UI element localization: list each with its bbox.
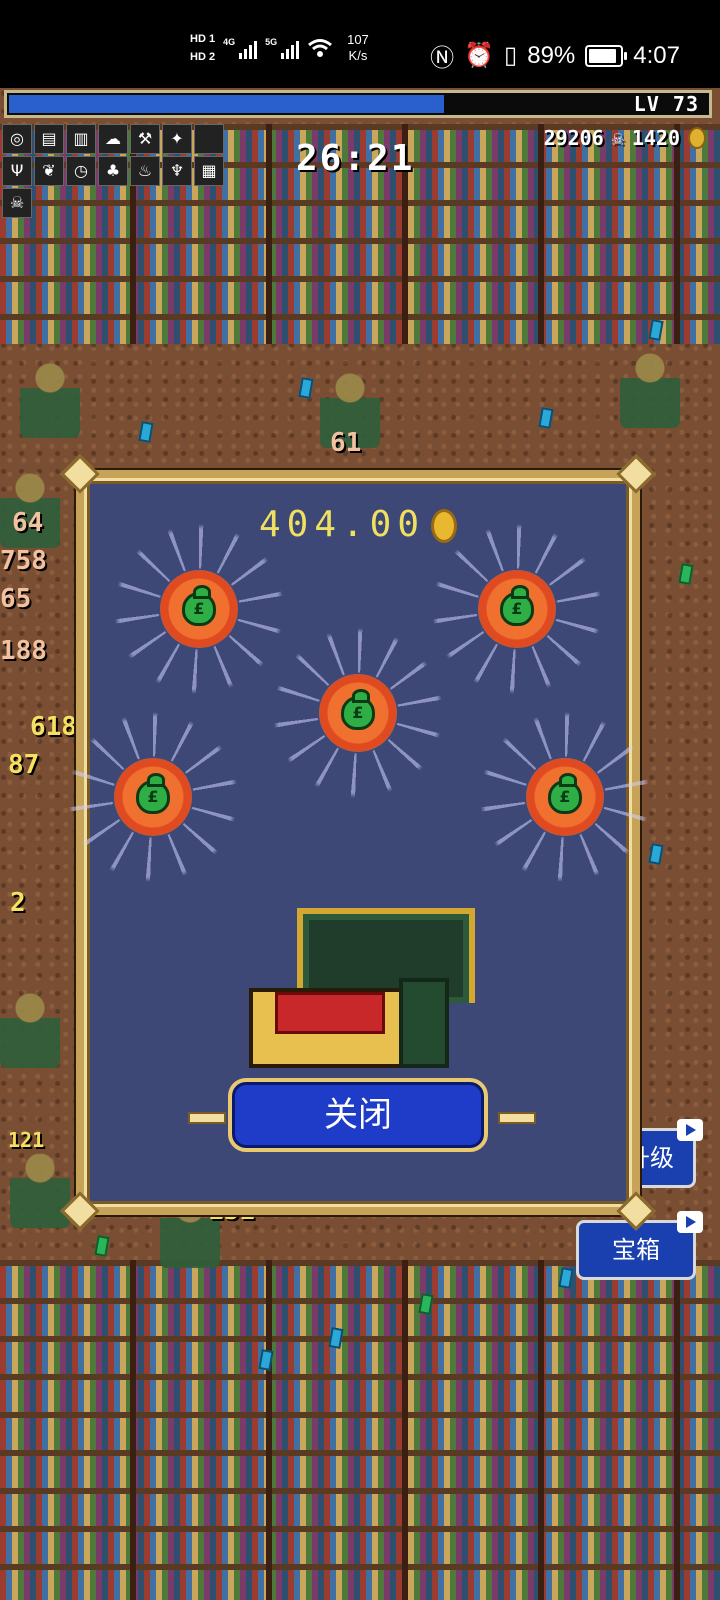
button-ornament	[498, 1112, 536, 1124]
game-area[interactable]: LV 73 ◎ ▤ ▥ ☁ ⚒ ✦ Ψ ❦ ◷ ♣ ♨ ♆ ▦ ☠ 26:21 29206 ☠ 1420 …	[0, 88, 720, 1600]
damage-number: 87	[8, 750, 40, 780]
coin-icon	[688, 127, 706, 149]
damage-number: 2	[10, 888, 26, 918]
damage-number: 188	[0, 636, 47, 666]
skull-icon: ☠	[2, 188, 32, 218]
treasure-chest-icon	[249, 908, 479, 1068]
clock-icon: ◷	[66, 156, 96, 186]
damage-number: 618	[30, 712, 77, 742]
money-bag-icon: £	[182, 585, 216, 626]
chest-label: 宝箱	[612, 1236, 660, 1264]
survival-timer: 26:21	[296, 138, 415, 179]
money-bag-icon: £	[500, 585, 534, 626]
bookshelf-bottom	[0, 1260, 720, 1600]
damage-number: 64	[12, 508, 44, 538]
clock: 4:07	[633, 41, 680, 69]
wand-icon: ✦	[162, 124, 192, 154]
battery-percent: 89%	[527, 41, 576, 69]
money-bag-icon: £	[136, 773, 170, 814]
speed-unit: K/s	[348, 48, 368, 63]
medusa-enemy	[0, 988, 60, 1068]
garlic-icon: ☁	[98, 124, 128, 154]
xp-gem-icon	[648, 843, 664, 865]
scythe-icon: ⚒	[130, 124, 160, 154]
chest-side	[399, 978, 449, 1068]
frame-corner	[60, 454, 100, 494]
money-bag-icon: £	[341, 689, 375, 730]
orb-icon: ◎	[2, 124, 32, 154]
net2-label: 5G	[265, 37, 278, 47]
xp-bar-fill	[9, 95, 445, 113]
reward-orb: £	[526, 758, 604, 836]
xp-gem-icon	[538, 407, 554, 429]
gold-coin-icon	[431, 509, 458, 543]
nfc-icon: Ⓝ	[430, 45, 455, 72]
status-left: HD 1 HD 2 4G 5G 107 K/s	[190, 32, 369, 64]
damage-number: 758	[0, 546, 47, 576]
reward-orb: £	[478, 570, 556, 648]
button-ornament	[188, 1112, 226, 1124]
leaf-icon: ❦	[34, 156, 64, 186]
hd1-label: HD 1	[190, 33, 216, 45]
wifi-icon	[308, 39, 333, 57]
status-right: Ⓝ ⏰ ▯ 89% 4:07	[430, 38, 680, 73]
medusa-enemy	[20, 358, 80, 438]
xp-gem-icon	[678, 563, 694, 585]
medusa-enemy	[620, 348, 680, 428]
medusa-enemy	[10, 1148, 70, 1228]
bible-icon: ▥	[66, 124, 96, 154]
trident-icon: Ψ	[2, 156, 32, 186]
red-book-icon: ▦	[194, 156, 224, 186]
status-bar: HD 1 HD 2 4G 5G 107 K/s Ⓝ ⏰ ▯ 89% 4:07	[0, 0, 720, 88]
gold-amount: 404.00	[258, 504, 426, 545]
hd-indicators: HD 1 HD 2	[190, 32, 215, 64]
net1-label: 4G	[223, 37, 236, 47]
xp-bar: LV 73	[4, 90, 712, 118]
hd2-label: HD 2	[190, 51, 216, 63]
kill-count: 29206	[543, 126, 604, 150]
xp-gem-icon	[298, 377, 314, 399]
xp-gem-icon	[138, 421, 154, 443]
speed-value: 107	[347, 32, 369, 47]
damage-number: 65	[0, 584, 32, 614]
damage-number: 61	[330, 428, 362, 458]
damage-number: 121	[8, 1128, 45, 1152]
network-speed: 107 K/s	[347, 32, 369, 64]
xp-gem-icon	[94, 1235, 110, 1257]
stats-counter: 29206 ☠ 1420	[544, 126, 706, 150]
coin-count: 1420	[631, 126, 680, 150]
pumpkin-icon: ♣	[98, 156, 128, 186]
signal-5g-icon: 5G	[265, 37, 300, 59]
vibrate-icon: ▯	[504, 42, 518, 69]
book-icon: ▤	[34, 124, 64, 154]
close-button[interactable]: 关闭	[228, 1078, 488, 1152]
reward-orb: £	[319, 674, 397, 752]
fire-icon: ♨	[130, 156, 160, 186]
frame-corner	[616, 454, 656, 494]
level-label: LV 73	[633, 92, 699, 116]
chest-interior	[275, 992, 385, 1034]
reward-orb: £	[160, 570, 238, 648]
candle-icon: ♆	[162, 156, 192, 186]
skull-icon: ☠	[611, 126, 624, 150]
empty-slot	[194, 124, 224, 154]
battery-icon	[585, 44, 628, 67]
alarm-icon: ⏰	[464, 42, 495, 69]
money-bag-icon: £	[548, 773, 582, 814]
signal-4g-icon: 4G	[223, 37, 258, 59]
video-ad-icon	[677, 1119, 703, 1141]
weapon-slots: ◎ ▤ ▥ ☁ ⚒ ✦ Ψ ❦ ◷ ♣ ♨ ♆ ▦ ☠	[2, 124, 224, 218]
treasure-chest-dialog: 404.00 £ £ £ £ £ 关闭	[60, 454, 656, 1231]
video-ad-icon	[677, 1211, 703, 1233]
reward-orb: £	[114, 758, 192, 836]
